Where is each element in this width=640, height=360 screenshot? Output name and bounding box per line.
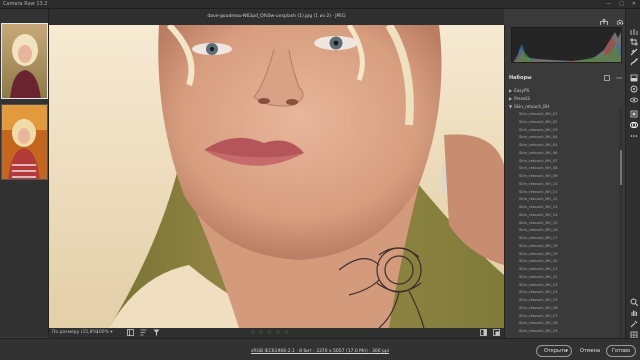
- preset-item[interactable]: Skin_retouch_BH_24: [519, 289, 614, 297]
- preset-item[interactable]: Skin_retouch_BH_10: [519, 181, 614, 189]
- crop-icon[interactable]: [629, 37, 638, 46]
- window-controls: — □ ✕: [606, 1, 636, 7]
- zoom-100-select[interactable]: 100% ▾: [96, 330, 113, 335]
- preset-item[interactable]: Skin_retouch_BH_27: [519, 313, 614, 321]
- preset-item[interactable]: Skin_retouch_BH_12: [519, 196, 614, 204]
- open-button-label: Открыть: [544, 348, 567, 354]
- star-5[interactable]: ☆: [284, 329, 289, 336]
- new-preset-icon[interactable]: [604, 75, 610, 83]
- preset-item[interactable]: Skin_retouch_BH_08: [519, 165, 614, 173]
- title-bar: Camera Raw 13.2 — □ ✕: [0, 0, 640, 9]
- chevron-down-icon: ▾: [110, 330, 113, 335]
- preset-item[interactable]: Skin_retouch_BH_16: [519, 227, 614, 235]
- preset-item[interactable]: Skin_retouch_BH_25: [519, 297, 614, 305]
- view-icons: [127, 329, 160, 338]
- chevron-down-icon[interactable]: ▾: [565, 348, 568, 354]
- star-2[interactable]: ☆: [258, 329, 263, 336]
- filmstrip-toggle-icon[interactable]: [127, 329, 134, 338]
- preset-item[interactable]: Skin_retouch_BH_29: [519, 328, 614, 336]
- preset-item[interactable]: Skin_retouch_BH_06: [519, 150, 614, 158]
- preset-list: Skin_retouch_BH_01 Skin_retouch_BH_02 Skin…: [519, 111, 614, 336]
- star-1[interactable]: ☆: [250, 329, 255, 336]
- preset-item[interactable]: Skin_retouch_BH_03: [519, 127, 614, 135]
- histogram: [511, 27, 622, 63]
- zoom-fit-select[interactable]: По размеру (15,8%): [52, 330, 99, 335]
- main-photo[interactable]: [49, 25, 504, 328]
- preset-group-label: Skin_retouch_BH: [514, 103, 550, 109]
- redeye-icon[interactable]: [629, 95, 638, 104]
- preset-item[interactable]: Skin_retouch_BH_13: [519, 204, 614, 212]
- preset-item[interactable]: Skin_retouch_BH_01: [519, 111, 614, 119]
- thumbnail-1[interactable]: [1, 23, 48, 99]
- maximize-button[interactable]: □: [619, 1, 624, 7]
- chevron-down-icon: ▼: [509, 103, 513, 109]
- hand-icon[interactable]: [629, 308, 638, 317]
- preset-group[interactable]: ▶ Preset3: [509, 94, 617, 102]
- status-bar: sRGB IEC61966-2.1 · 8 бит · 3370 x 5057 …: [0, 338, 640, 360]
- preset-item[interactable]: Skin_retouch_BH_23: [519, 282, 614, 290]
- preset-item[interactable]: Skin_retouch_BH_05: [519, 142, 614, 150]
- presets-scrollbar[interactable]: [619, 107, 623, 338]
- star-4[interactable]: ☆: [275, 329, 280, 336]
- edit-icon[interactable]: [629, 27, 638, 36]
- preset-item[interactable]: Skin_retouch_BH_04: [519, 134, 614, 142]
- app-title: Camera Raw 13.2: [3, 1, 48, 7]
- thumbnail-2[interactable]: [1, 104, 48, 180]
- preset-group[interactable]: ▶ EasyPS: [509, 86, 617, 94]
- preset-item[interactable]: Skin_retouch_BH_07: [519, 158, 614, 166]
- preset-group-label: Preset3: [514, 95, 530, 101]
- radial-icon[interactable]: [629, 84, 638, 93]
- presets-header-icons: [604, 75, 622, 83]
- preset-item[interactable]: Skin_retouch_BH_28: [519, 320, 614, 328]
- gradient-icon[interactable]: [629, 73, 638, 82]
- preset-item[interactable]: Skin_retouch_BH_11: [519, 189, 614, 197]
- preset-group-label: EasyPS: [514, 87, 530, 93]
- presets-scrollbar-thumb[interactable]: [620, 150, 622, 185]
- zoom-icon[interactable]: [629, 297, 638, 306]
- rating-stars: ☆ ☆ ☆ ☆ ☆: [250, 329, 289, 336]
- right-panel: Наборы ▶ EasyPS ▶ Preset3 ▼ Skin_retouch…: [504, 25, 625, 338]
- preset-item[interactable]: Skin_retouch_BH_18: [519, 243, 614, 251]
- file-title: dave-goudreau-N62pd_Ofs0w-unsplash (1).j…: [207, 14, 346, 19]
- preset-item[interactable]: Skin_retouch_BH_02: [519, 119, 614, 127]
- filter-icon[interactable]: [153, 329, 160, 338]
- bottom-toolbar: По размеру (15,8%) 100% ▾ ☆ ☆ ☆ ☆ ☆: [49, 328, 504, 338]
- more-icon[interactable]: [629, 131, 638, 140]
- chevron-right-icon: ▶: [509, 95, 513, 101]
- preset-item[interactable]: Skin_retouch_BH_21: [519, 266, 614, 274]
- chevron-right-icon: ▶: [509, 87, 513, 93]
- sampler-icon[interactable]: [629, 319, 638, 328]
- preset-item[interactable]: Skin_retouch_BH_17: [519, 235, 614, 243]
- preset-item[interactable]: Skin_retouch_BH_20: [519, 258, 614, 266]
- compare-icons: [480, 329, 500, 338]
- snapshots-icon[interactable]: [629, 109, 638, 118]
- presets-title: Наборы: [509, 75, 532, 81]
- image-header: dave-goudreau-N62pd_Ofs0w-unsplash (1).j…: [49, 9, 504, 25]
- brush-icon[interactable]: [629, 57, 638, 66]
- preset-group[interactable]: ▼ Skin_retouch_BH: [509, 102, 617, 110]
- preset-item[interactable]: Skin_retouch_BH_14: [519, 212, 614, 220]
- filmstrip: [0, 9, 49, 337]
- minimize-button[interactable]: —: [606, 1, 611, 7]
- preset-item[interactable]: Skin_retouch_BH_15: [519, 220, 614, 228]
- cancel-button[interactable]: Отмена: [580, 348, 600, 354]
- close-window-button[interactable]: ✕: [632, 1, 636, 7]
- sort-icon[interactable]: [140, 329, 147, 338]
- done-button[interactable]: Готово: [606, 345, 636, 357]
- preset-item[interactable]: Skin_retouch_BH_19: [519, 251, 614, 259]
- preset-item[interactable]: Skin_retouch_BH_26: [519, 305, 614, 313]
- preset-groups: ▶ EasyPS ▶ Preset3 ▼ Skin_retouch_BH: [509, 86, 617, 110]
- more-options-icon[interactable]: [616, 75, 622, 83]
- before-after-icon[interactable]: [480, 329, 487, 338]
- star-3[interactable]: ☆: [267, 329, 272, 336]
- compare-view-icon[interactable]: [493, 329, 500, 338]
- healing-icon[interactable]: [629, 47, 638, 56]
- zoom-100-label: 100%: [96, 330, 109, 335]
- presets-icon[interactable]: [629, 120, 638, 129]
- presets-header: Наборы: [505, 73, 626, 83]
- preset-item[interactable]: Skin_retouch_BH_22: [519, 274, 614, 282]
- tool-strip: [625, 9, 640, 338]
- preset-item[interactable]: Skin_retouch_BH_09: [519, 173, 614, 181]
- open-button[interactable]: Открыть ▾: [536, 345, 572, 357]
